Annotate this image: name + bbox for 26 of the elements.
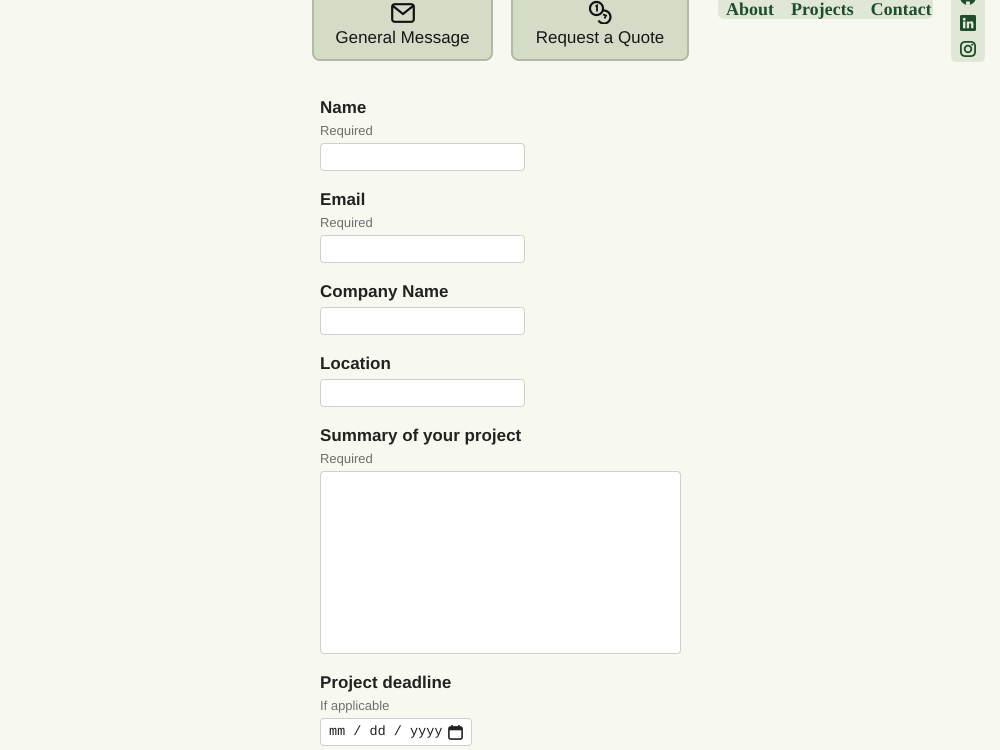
- instagram-icon[interactable]: [960, 41, 976, 57]
- field-hint: Required: [320, 215, 374, 231]
- nav-link[interactable]: Contact: [870, 0, 932, 19]
- field-label: Email: [320, 190, 366, 210]
- field-hint: Required: [320, 123, 374, 139]
- text-field[interactable]: [320, 143, 525, 171]
- text-field[interactable]: [320, 307, 525, 335]
- date-field[interactable]: mm / dd / yyyy: [320, 718, 472, 746]
- field-label: Location: [320, 354, 392, 374]
- field-label: Company Name: [320, 282, 450, 302]
- calendar-icon[interactable]: [448, 724, 464, 740]
- nav-link[interactable]: About: [726, 0, 774, 19]
- linkedin-icon[interactable]: [960, 15, 976, 31]
- mail-icon: [390, 3, 414, 23]
- coins-icon: [588, 0, 612, 24]
- field-label: Summary of your project: [320, 426, 522, 446]
- field-hint: If applicable: [320, 698, 390, 714]
- text-field[interactable]: [320, 235, 525, 263]
- text-field[interactable]: [320, 379, 525, 407]
- field-hint: Required: [320, 451, 374, 467]
- message-type-button[interactable]: General Message: [312, 0, 493, 61]
- text-area[interactable]: [320, 471, 681, 654]
- nav-link[interactable]: Projects: [791, 0, 854, 19]
- field-label: Name: [320, 98, 368, 118]
- field-label: Project deadline: [320, 673, 452, 693]
- message-type-button[interactable]: Request a Quote: [511, 0, 689, 61]
